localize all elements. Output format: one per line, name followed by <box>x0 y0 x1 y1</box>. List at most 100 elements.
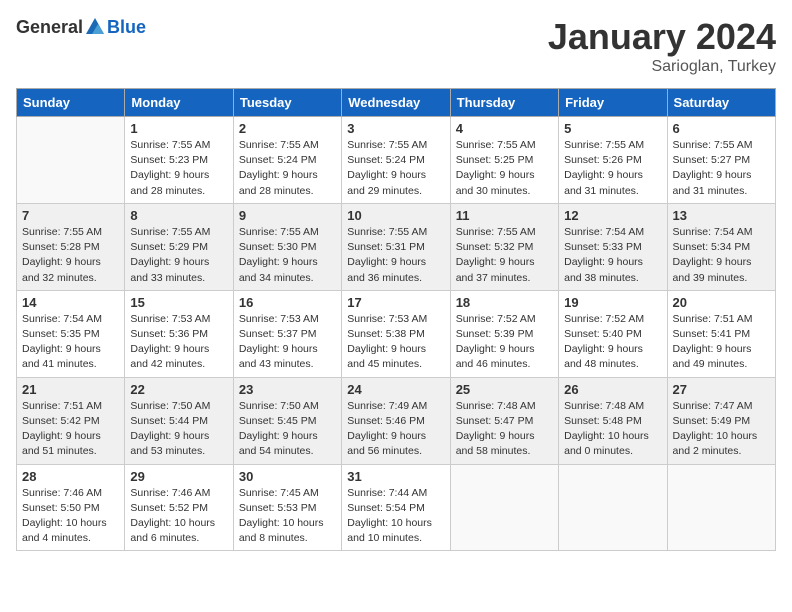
day-number: 12 <box>564 208 661 223</box>
day-number: 8 <box>130 208 227 223</box>
calendar-cell: 29 Sunrise: 7:46 AMSunset: 5:52 PMDayligh… <box>125 464 233 551</box>
day-info: Sunrise: 7:53 AMSunset: 5:36 PMDaylight:… <box>130 312 227 373</box>
calendar-cell: 3 Sunrise: 7:55 AMSunset: 5:24 PMDaylight… <box>342 117 450 204</box>
day-number: 23 <box>239 382 336 397</box>
month-title: January 2024 <box>548 16 776 58</box>
calendar-cell <box>450 464 558 551</box>
calendar-cell: 6 Sunrise: 7:55 AMSunset: 5:27 PMDaylight… <box>667 117 775 204</box>
location-title: Sarioglan, Turkey <box>548 58 776 76</box>
logo-text-general: General <box>16 17 83 38</box>
logo: General Blue <box>16 16 146 38</box>
day-info: Sunrise: 7:46 AMSunset: 5:52 PMDaylight:… <box>130 486 227 547</box>
day-info: Sunrise: 7:46 AMSunset: 5:50 PMDaylight:… <box>22 486 119 547</box>
day-info: Sunrise: 7:52 AMSunset: 5:40 PMDaylight:… <box>564 312 661 373</box>
calendar-cell: 4Sunrise: 7:55 AMSunset: 5:25 PMDaylight… <box>450 117 558 204</box>
calendar-cell: 17 Sunrise: 7:53 AMSunset: 5:38 PMDayligh… <box>342 290 450 377</box>
calendar-cell <box>667 464 775 551</box>
day-number: 11 <box>456 208 553 223</box>
weekday-header-tuesday: Tuesday <box>233 89 341 117</box>
day-number: 14 <box>22 295 119 310</box>
calendar-cell: 15 Sunrise: 7:53 AMSunset: 5:36 PMDayligh… <box>125 290 233 377</box>
calendar-cell: 31 Sunrise: 7:44 AMSunset: 5:54 PMDayligh… <box>342 464 450 551</box>
day-number: 31 <box>347 469 444 484</box>
week-row-2: 7 Sunrise: 7:55 AMSunset: 5:28 PMDaylight… <box>17 203 776 290</box>
day-info: Sunrise: 7:44 AMSunset: 5:54 PMDaylight:… <box>347 486 444 547</box>
calendar-table: SundayMondayTuesdayWednesdayThursdayFrid… <box>16 88 776 551</box>
weekday-header-thursday: Thursday <box>450 89 558 117</box>
calendar-cell: 26Sunrise: 7:48 AMSunset: 5:48 PMDayligh… <box>559 377 667 464</box>
day-info: Sunrise: 7:55 AMSunset: 5:27 PMDaylight:… <box>673 138 770 199</box>
week-row-5: 28 Sunrise: 7:46 AMSunset: 5:50 PMDayligh… <box>17 464 776 551</box>
day-number: 29 <box>130 469 227 484</box>
logo-text-blue: Blue <box>107 17 146 38</box>
day-info: Sunrise: 7:55 AMSunset: 5:30 PMDaylight:… <box>239 225 336 286</box>
calendar-cell: 18Sunrise: 7:52 AMSunset: 5:39 PMDayligh… <box>450 290 558 377</box>
day-info: Sunrise: 7:54 AMSunset: 5:33 PMDaylight:… <box>564 225 661 286</box>
calendar-cell: 9 Sunrise: 7:55 AMSunset: 5:30 PMDaylight… <box>233 203 341 290</box>
calendar-cell: 23 Sunrise: 7:50 AMSunset: 5:45 PMDayligh… <box>233 377 341 464</box>
calendar-cell: 19 Sunrise: 7:52 AMSunset: 5:40 PMDayligh… <box>559 290 667 377</box>
week-row-4: 21Sunrise: 7:51 AMSunset: 5:42 PMDayligh… <box>17 377 776 464</box>
logo-icon <box>84 16 106 38</box>
calendar-cell: 7 Sunrise: 7:55 AMSunset: 5:28 PMDaylight… <box>17 203 125 290</box>
calendar-cell: 30 Sunrise: 7:45 AMSunset: 5:53 PMDayligh… <box>233 464 341 551</box>
day-number: 5 <box>564 121 661 136</box>
day-info: Sunrise: 7:51 AMSunset: 5:41 PMDaylight:… <box>673 312 770 373</box>
day-number: 6 <box>673 121 770 136</box>
day-number: 30 <box>239 469 336 484</box>
calendar-cell: 10Sunrise: 7:55 AMSunset: 5:31 PMDayligh… <box>342 203 450 290</box>
day-info: Sunrise: 7:55 AMSunset: 5:28 PMDaylight:… <box>22 225 119 286</box>
day-number: 7 <box>22 208 119 223</box>
calendar-cell: 12 Sunrise: 7:54 AMSunset: 5:33 PMDayligh… <box>559 203 667 290</box>
day-info: Sunrise: 7:53 AMSunset: 5:38 PMDaylight:… <box>347 312 444 373</box>
day-info: Sunrise: 7:55 AMSunset: 5:24 PMDaylight:… <box>239 138 336 199</box>
calendar-cell <box>559 464 667 551</box>
day-number: 27 <box>673 382 770 397</box>
day-number: 20 <box>673 295 770 310</box>
calendar-cell: 27 Sunrise: 7:47 AMSunset: 5:49 PMDayligh… <box>667 377 775 464</box>
day-number: 1 <box>130 121 227 136</box>
calendar-cell: 5 Sunrise: 7:55 AMSunset: 5:26 PMDaylight… <box>559 117 667 204</box>
calendar-cell <box>17 117 125 204</box>
day-number: 17 <box>347 295 444 310</box>
day-info: Sunrise: 7:52 AMSunset: 5:39 PMDaylight:… <box>456 312 553 373</box>
calendar-cell: 25 Sunrise: 7:48 AMSunset: 5:47 PMDayligh… <box>450 377 558 464</box>
day-info: Sunrise: 7:49 AMSunset: 5:46 PMDaylight:… <box>347 399 444 460</box>
day-info: Sunrise: 7:50 AMSunset: 5:45 PMDaylight:… <box>239 399 336 460</box>
day-info: Sunrise: 7:54 AMSunset: 5:35 PMDaylight:… <box>22 312 119 373</box>
calendar-cell: 11 Sunrise: 7:55 AMSunset: 5:32 PMDayligh… <box>450 203 558 290</box>
day-number: 19 <box>564 295 661 310</box>
calendar-cell: 16 Sunrise: 7:53 AMSunset: 5:37 PMDayligh… <box>233 290 341 377</box>
calendar-cell: 22Sunrise: 7:50 AMSunset: 5:44 PMDayligh… <box>125 377 233 464</box>
day-info: Sunrise: 7:54 AMSunset: 5:34 PMDaylight:… <box>673 225 770 286</box>
calendar-header-row: SundayMondayTuesdayWednesdayThursdayFrid… <box>17 89 776 117</box>
day-number: 9 <box>239 208 336 223</box>
day-info: Sunrise: 7:55 AMSunset: 5:25 PMDaylight:… <box>456 138 553 199</box>
day-number: 15 <box>130 295 227 310</box>
calendar-cell: 13Sunrise: 7:54 AMSunset: 5:34 PMDayligh… <box>667 203 775 290</box>
calendar-cell: 14 Sunrise: 7:54 AMSunset: 5:35 PMDayligh… <box>17 290 125 377</box>
day-number: 26 <box>564 382 661 397</box>
page-header: General Blue January 2024 Sarioglan, Tur… <box>16 16 776 76</box>
day-info: Sunrise: 7:55 AMSunset: 5:29 PMDaylight:… <box>130 225 227 286</box>
day-info: Sunrise: 7:45 AMSunset: 5:53 PMDaylight:… <box>239 486 336 547</box>
day-number: 10 <box>347 208 444 223</box>
day-info: Sunrise: 7:55 AMSunset: 5:26 PMDaylight:… <box>564 138 661 199</box>
day-number: 2 <box>239 121 336 136</box>
day-number: 3 <box>347 121 444 136</box>
day-info: Sunrise: 7:53 AMSunset: 5:37 PMDaylight:… <box>239 312 336 373</box>
calendar-cell: 8 Sunrise: 7:55 AMSunset: 5:29 PMDaylight… <box>125 203 233 290</box>
day-number: 25 <box>456 382 553 397</box>
calendar-cell: 28 Sunrise: 7:46 AMSunset: 5:50 PMDayligh… <box>17 464 125 551</box>
day-info: Sunrise: 7:50 AMSunset: 5:44 PMDaylight:… <box>130 399 227 460</box>
day-info: Sunrise: 7:55 AMSunset: 5:32 PMDaylight:… <box>456 225 553 286</box>
weekday-header-sunday: Sunday <box>17 89 125 117</box>
day-number: 16 <box>239 295 336 310</box>
week-row-3: 14 Sunrise: 7:54 AMSunset: 5:35 PMDayligh… <box>17 290 776 377</box>
day-info: Sunrise: 7:55 AMSunset: 5:24 PMDaylight:… <box>347 138 444 199</box>
day-info: Sunrise: 7:51 AMSunset: 5:42 PMDaylight:… <box>22 399 119 460</box>
day-number: 28 <box>22 469 119 484</box>
day-info: Sunrise: 7:48 AMSunset: 5:47 PMDaylight:… <box>456 399 553 460</box>
calendar-cell: 1Sunrise: 7:55 AMSunset: 5:23 PMDaylight… <box>125 117 233 204</box>
day-info: Sunrise: 7:47 AMSunset: 5:49 PMDaylight:… <box>673 399 770 460</box>
